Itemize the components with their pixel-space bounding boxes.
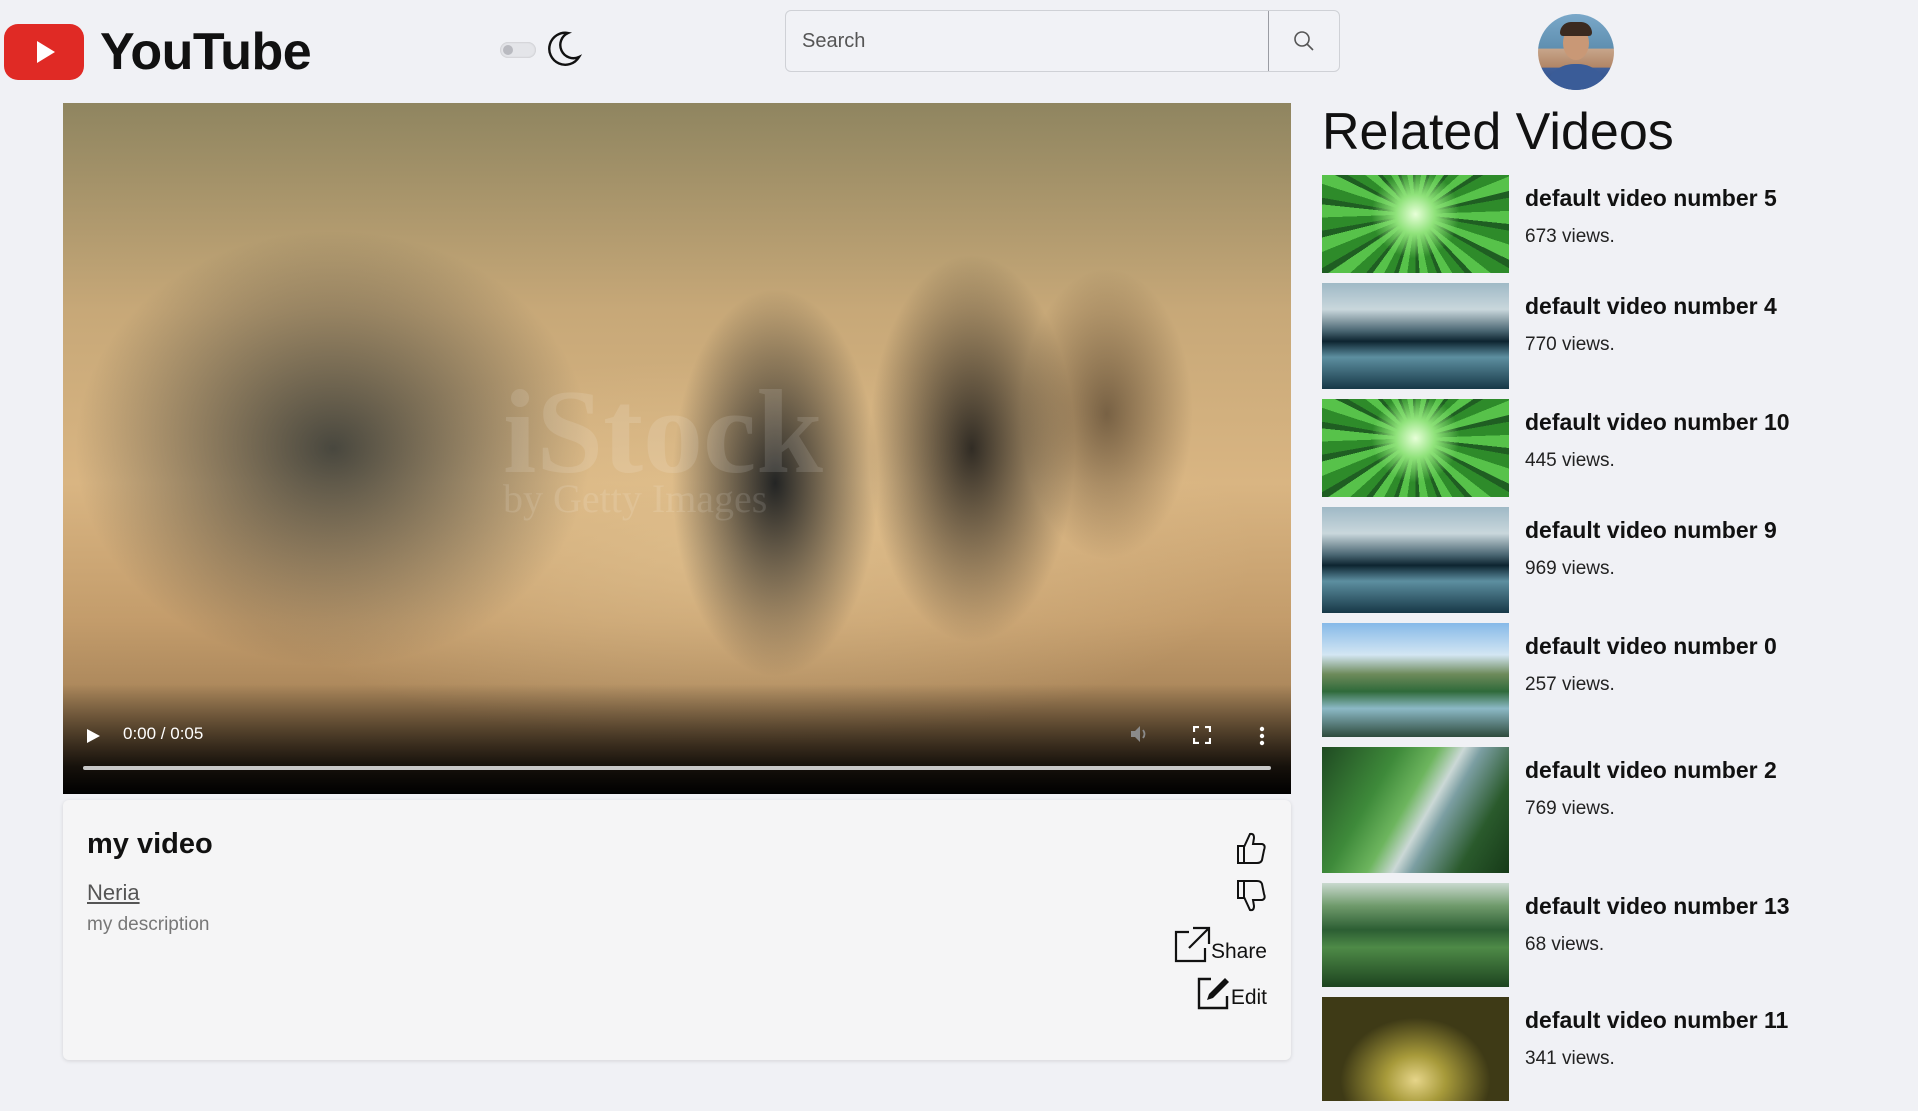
video-thumbnail[interactable]	[1322, 175, 1509, 273]
dark-mode-toggle[interactable]	[500, 42, 536, 58]
edit-label: Edit	[1230, 986, 1267, 1009]
search-input[interactable]	[786, 11, 1268, 71]
video-thumbnail[interactable]	[1322, 399, 1509, 497]
like-button[interactable]	[1235, 830, 1267, 866]
related-video-title[interactable]: default video number 2	[1525, 757, 1777, 784]
related-video-views: 68 views.	[1525, 934, 1605, 955]
related-video-item[interactable]: default video number 0 257 views.	[1322, 623, 1902, 737]
related-video-title[interactable]: default video number 0	[1525, 633, 1777, 660]
related-video-item[interactable]: default video number 4 770 views.	[1322, 283, 1902, 389]
toggle-knob	[503, 45, 513, 55]
edit-button[interactable]: Edit	[1197, 976, 1267, 1010]
search-bar	[785, 10, 1340, 72]
video-player[interactable]: iStock by Getty Images 0:00 / 0:05	[63, 103, 1291, 794]
search-button[interactable]	[1268, 11, 1339, 71]
video-thumbnail[interactable]	[1322, 507, 1509, 613]
video-actions: Share Edit	[1173, 830, 1267, 1022]
thumbs-up-icon	[1237, 832, 1266, 864]
share-label: Share	[1210, 940, 1267, 963]
related-video-views: 257 views.	[1525, 674, 1615, 695]
video-thumbnail[interactable]	[1322, 747, 1509, 873]
video-thumbnail[interactable]	[1322, 283, 1509, 389]
related-video-title[interactable]: default video number 5	[1525, 185, 1777, 212]
avatar-shirt	[1544, 64, 1608, 90]
related-video-views: 969 views.	[1525, 558, 1615, 579]
related-video-title[interactable]: default video number 9	[1525, 517, 1777, 544]
related-video-views: 770 views.	[1525, 334, 1615, 355]
thumbs-down-icon	[1237, 880, 1266, 912]
video-thumbnail[interactable]	[1322, 883, 1509, 987]
related-videos-list: default video number 5 673 views. defaul…	[1322, 175, 1902, 1111]
related-video-title[interactable]: default video number 4	[1525, 293, 1777, 320]
related-video-title[interactable]: default video number 11	[1525, 1007, 1788, 1034]
related-video-views: 673 views.	[1525, 226, 1615, 247]
related-video-title[interactable]: default video number 10	[1525, 409, 1790, 436]
video-time: 0:00 / 0:05	[123, 724, 204, 743]
volume-icon[interactable]	[1129, 724, 1151, 744]
play-logo-icon	[4, 24, 84, 80]
logo-text: YouTube	[100, 23, 312, 81]
more-options-icon[interactable]	[1259, 726, 1265, 746]
related-video-item[interactable]: default video number 5 673 views.	[1322, 175, 1902, 273]
related-videos-heading: Related Videos	[1322, 103, 1674, 161]
video-progress-bar[interactable]	[83, 766, 1271, 770]
related-video-item[interactable]: default video number 13 68 views.	[1322, 883, 1902, 987]
fullscreen-icon[interactable]	[1193, 726, 1211, 744]
video-description: my description	[87, 914, 210, 935]
play-icon[interactable]	[85, 728, 101, 744]
share-icon	[1174, 926, 1211, 963]
related-video-views: 445 views.	[1525, 450, 1615, 471]
video-info-card: my video Neria my description Share Edit	[63, 800, 1291, 1060]
youtube-logo[interactable]: YouTube	[4, 22, 312, 82]
related-video-item[interactable]: default video number 9 969 views.	[1322, 507, 1902, 613]
video-thumbnail[interactable]	[1322, 623, 1509, 737]
video-controls: 0:00 / 0:05	[63, 684, 1291, 794]
related-video-item[interactable]: default video number 10 445 views.	[1322, 399, 1902, 497]
related-video-item[interactable]: default video number 11 341 views.	[1322, 997, 1902, 1101]
search-icon	[1294, 31, 1314, 51]
moon-icon	[548, 31, 582, 66]
user-avatar[interactable]	[1538, 14, 1614, 90]
related-video-item[interactable]: default video number 2 769 views.	[1322, 747, 1902, 873]
video-thumbnail[interactable]	[1322, 997, 1509, 1101]
video-watermark-sub: by Getty Images	[503, 476, 768, 521]
avatar-hair	[1560, 22, 1592, 36]
share-button[interactable]: Share	[1173, 926, 1267, 964]
channel-link[interactable]: Neria	[87, 880, 140, 906]
edit-icon	[1197, 977, 1229, 1010]
related-video-title[interactable]: default video number 13	[1525, 893, 1790, 920]
related-video-views: 341 views.	[1525, 1048, 1615, 1069]
dislike-button[interactable]	[1235, 878, 1267, 914]
video-title: my video	[87, 828, 213, 860]
related-video-views: 769 views.	[1525, 798, 1615, 819]
